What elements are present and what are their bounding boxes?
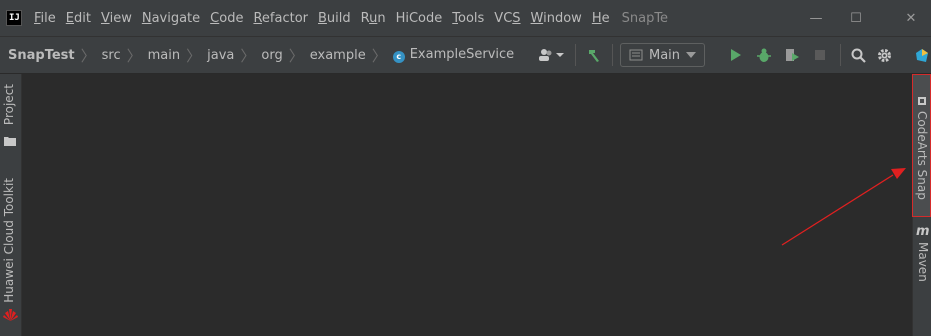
annotation-arrow bbox=[781, 168, 906, 246]
